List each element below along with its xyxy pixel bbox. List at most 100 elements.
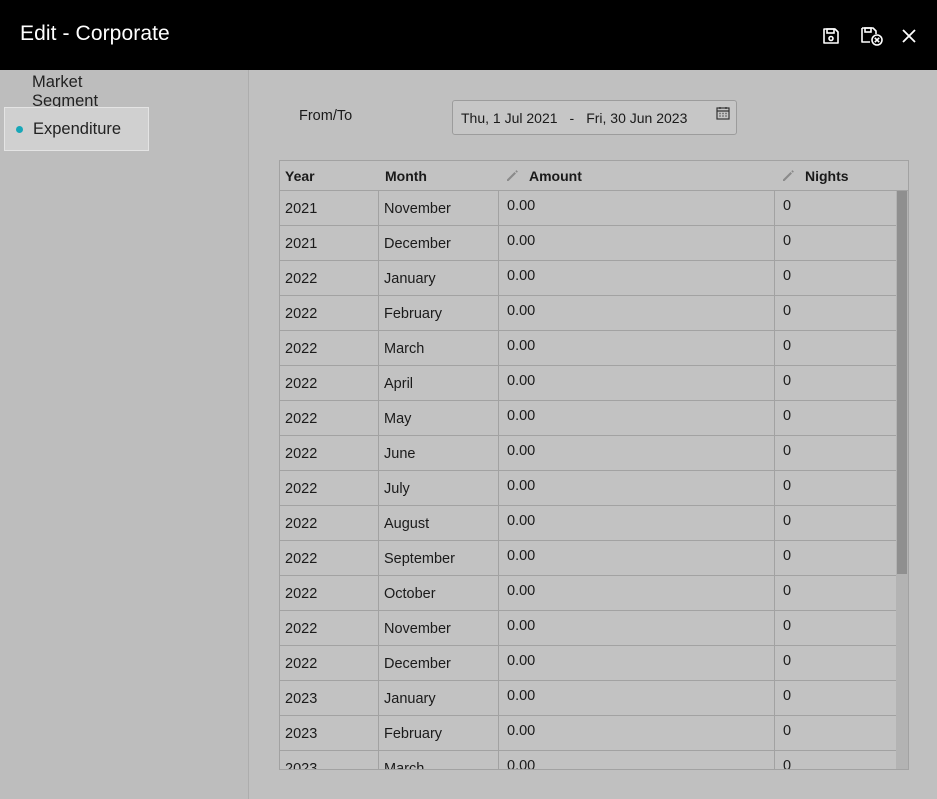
- month-value: December: [384, 656, 451, 672]
- year-cell: 2023: [280, 681, 379, 716]
- year-value: 2022: [285, 446, 318, 462]
- pencil-icon: [507, 170, 518, 181]
- year-cell: 2022: [280, 436, 379, 471]
- sidebar-item-label: Market Segment: [32, 73, 99, 110]
- nights-cell[interactable]: 0: [775, 471, 896, 506]
- nights-cell[interactable]: 0: [775, 226, 896, 261]
- amount-cell[interactable]: 0.00: [499, 471, 775, 506]
- scrollbar-thumb[interactable]: [897, 191, 907, 574]
- nights-cell[interactable]: 0: [775, 296, 896, 331]
- amount-cell[interactable]: 0.00: [499, 716, 775, 751]
- amount-value: 0.00: [507, 268, 536, 284]
- amount-value: 0.00: [507, 303, 536, 319]
- table-header: Year Month Amount Nights: [280, 161, 908, 191]
- month-cell: January: [379, 681, 499, 716]
- calendar-button[interactable]: [716, 106, 730, 123]
- amount-value: 0.00: [507, 723, 536, 739]
- save-and-close-button[interactable]: [860, 24, 884, 48]
- table-row: 2022 July 0.00 0: [280, 471, 896, 506]
- month-cell: February: [379, 716, 499, 751]
- column-header-month[interactable]: Month: [385, 168, 427, 184]
- year-value: 2022: [285, 376, 318, 392]
- date-to-value: Fri, 30 Jun 2023: [586, 109, 688, 126]
- month-value: April: [384, 376, 414, 392]
- nights-value: 0: [783, 758, 792, 770]
- year-cell: 2022: [280, 576, 379, 611]
- nights-cell[interactable]: 0: [775, 611, 896, 646]
- close-button[interactable]: [897, 24, 921, 48]
- nights-cell[interactable]: 0: [775, 366, 896, 401]
- amount-cell[interactable]: 0.00: [499, 506, 775, 541]
- nights-cell[interactable]: 0: [775, 401, 896, 436]
- month-cell: August: [379, 506, 499, 541]
- amount-cell[interactable]: 0.00: [499, 541, 775, 576]
- nights-cell[interactable]: 0: [775, 436, 896, 471]
- nights-value: 0: [783, 233, 792, 249]
- amount-cell[interactable]: 0.00: [499, 681, 775, 716]
- amount-cell[interactable]: 0.00: [499, 296, 775, 331]
- year-value: 2022: [285, 656, 318, 672]
- save-close-icon: [861, 27, 883, 46]
- amount-value: 0.00: [507, 618, 536, 634]
- year-cell: 2022: [280, 541, 379, 576]
- nights-cell[interactable]: 0: [775, 331, 896, 366]
- year-value: 2022: [285, 481, 318, 497]
- nights-cell[interactable]: 0: [775, 646, 896, 681]
- year-cell: 2022: [280, 261, 379, 296]
- expenditure-table: Year Month Amount Nights 2021 November 0.0…: [279, 160, 909, 770]
- column-header-amount[interactable]: Amount: [505, 168, 582, 184]
- month-cell: March: [379, 751, 499, 769]
- year-cell: 2022: [280, 506, 379, 541]
- amount-cell[interactable]: 0.00: [499, 191, 775, 226]
- amount-cell[interactable]: 0.00: [499, 436, 775, 471]
- nights-cell[interactable]: 0: [775, 506, 896, 541]
- month-value: November: [384, 201, 451, 217]
- table-row: 2022 March 0.00 0: [280, 331, 896, 366]
- month-cell: June: [379, 436, 499, 471]
- year-value: 2022: [285, 551, 318, 567]
- column-header-year[interactable]: Year: [285, 168, 315, 184]
- month-cell: November: [379, 611, 499, 646]
- month-value: March: [384, 341, 425, 357]
- nights-cell[interactable]: 0: [775, 576, 896, 611]
- amount-cell[interactable]: 0.00: [499, 646, 775, 681]
- vertical-scrollbar[interactable]: [896, 191, 908, 769]
- amount-cell[interactable]: 0.00: [499, 401, 775, 436]
- year-value: 2022: [285, 271, 318, 287]
- table-row: 2023 January 0.00 0: [280, 681, 896, 716]
- nights-cell[interactable]: 0: [775, 541, 896, 576]
- nights-cell[interactable]: 0: [775, 261, 896, 296]
- nights-cell[interactable]: 0: [775, 681, 896, 716]
- amount-value: 0.00: [507, 408, 536, 424]
- amount-value: 0.00: [507, 338, 536, 354]
- year-value: 2022: [285, 586, 318, 602]
- nights-cell[interactable]: 0: [775, 751, 896, 770]
- amount-value: 0.00: [507, 443, 536, 459]
- amount-cell[interactable]: 0.00: [499, 331, 775, 366]
- month-cell: November: [379, 191, 499, 226]
- month-cell: May: [379, 401, 499, 436]
- month-value: July: [384, 481, 410, 497]
- amount-cell[interactable]: 0.00: [499, 366, 775, 401]
- amount-cell[interactable]: 0.00: [499, 226, 775, 261]
- year-cell: 2023: [280, 751, 379, 769]
- nights-cell[interactable]: 0: [775, 191, 896, 226]
- save-button[interactable]: [819, 24, 843, 48]
- table-row: 2022 April 0.00 0: [280, 366, 896, 401]
- column-header-nights[interactable]: Nights: [781, 168, 849, 184]
- amount-cell[interactable]: 0.00: [499, 576, 775, 611]
- year-cell: 2021: [280, 226, 379, 261]
- sidebar-item-expenditure[interactable]: Expenditure: [4, 107, 149, 151]
- amount-value: 0.00: [507, 198, 536, 214]
- date-range-field[interactable]: Thu, 1 Jul 2021 - Fri, 30 Jun 2023: [452, 100, 737, 135]
- amount-cell[interactable]: 0.00: [499, 751, 775, 770]
- amount-cell[interactable]: 0.00: [499, 261, 775, 296]
- nights-cell[interactable]: 0: [775, 716, 896, 751]
- amount-value: 0.00: [507, 233, 536, 249]
- month-value: August: [384, 516, 430, 532]
- amount-cell[interactable]: 0.00: [499, 611, 775, 646]
- column-header-label: Year: [285, 168, 315, 184]
- year-cell: 2023: [280, 716, 379, 751]
- nights-value: 0: [783, 268, 792, 284]
- amount-value: 0.00: [507, 758, 536, 770]
